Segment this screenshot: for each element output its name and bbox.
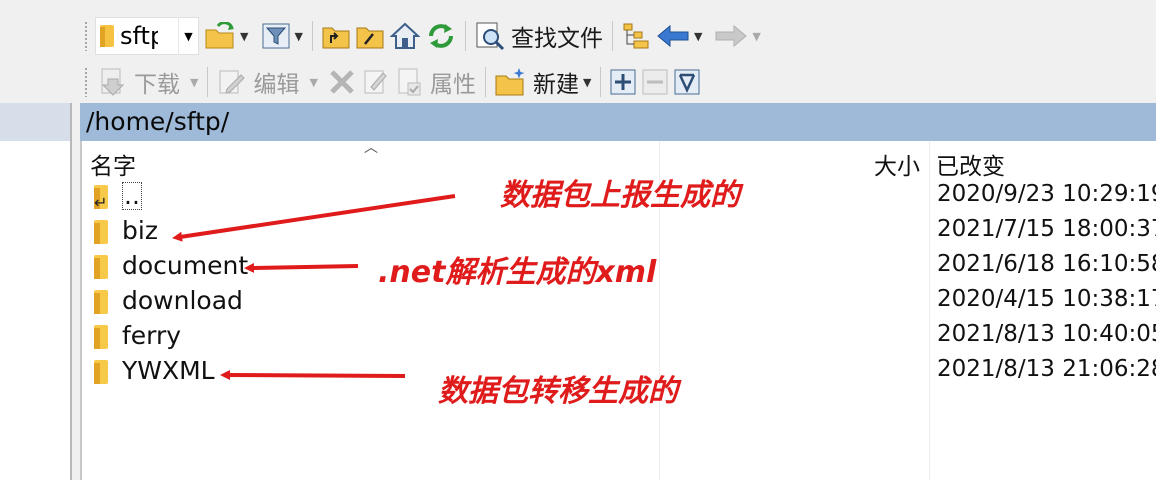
filter-button[interactable]: ▼ bbox=[259, 18, 305, 54]
toolbar-separator bbox=[207, 67, 209, 97]
file-name: document bbox=[122, 251, 249, 280]
unselect-files-button[interactable] bbox=[639, 64, 671, 100]
annotation-document: .net解析生成的xml bbox=[378, 255, 657, 290]
chevron-down-icon[interactable]: ▼ bbox=[583, 76, 591, 89]
new-button[interactable]: 新建 ▼ bbox=[492, 64, 594, 100]
current-path: /home/sftp/ bbox=[86, 107, 230, 136]
toolbar-separator bbox=[611, 21, 613, 51]
folder-icon bbox=[94, 290, 108, 314]
toolbar-area: sftp ▼ ▼ ▼ 查找文件 ▼ ▼ 下载 ▼ 编辑 ▼ 属性 新建 ▼ bbox=[80, 0, 1156, 103]
download-icon bbox=[101, 68, 125, 96]
chevron-down-icon[interactable]: ▼ bbox=[240, 30, 248, 43]
folder-icon bbox=[94, 220, 108, 244]
home-directory-button[interactable] bbox=[387, 18, 423, 54]
edit-label: 编辑 bbox=[253, 72, 300, 98]
find-files-label: 查找文件 bbox=[510, 26, 603, 52]
properties-button[interactable]: 属性 bbox=[393, 64, 479, 100]
file-name: ferry bbox=[122, 321, 182, 350]
download-label: 下载 bbox=[134, 72, 180, 98]
tree-view-button[interactable] bbox=[619, 18, 653, 54]
rename-icon bbox=[364, 70, 387, 94]
chevron-down-icon[interactable]: ▼ bbox=[309, 76, 317, 89]
root-folder-icon bbox=[356, 27, 384, 49]
new-label: 新建 bbox=[532, 72, 579, 98]
toolbar-separator bbox=[311, 21, 313, 51]
file-name: download bbox=[122, 286, 243, 315]
select-all-icon bbox=[674, 69, 700, 95]
table-row[interactable]: biz 2021/7/15 18:00:37 bbox=[82, 214, 1156, 249]
file-modified: 2021/6/18 16:10:58 bbox=[937, 251, 1156, 277]
file-modified: 2021/8/13 21:06:28 bbox=[937, 356, 1156, 382]
pane-splitter[interactable] bbox=[70, 103, 72, 480]
chevron-down-icon[interactable]: ▼ bbox=[294, 30, 302, 43]
rename-button[interactable] bbox=[359, 64, 393, 100]
pencil-icon bbox=[219, 70, 246, 94]
delete-icon bbox=[330, 70, 354, 94]
left-pane-file-list[interactable] bbox=[0, 141, 71, 480]
folder-icon bbox=[94, 255, 108, 279]
column-header-size[interactable]: 大小 bbox=[874, 147, 920, 181]
file-name: biz bbox=[122, 216, 158, 245]
toolbar-grip[interactable] bbox=[84, 21, 89, 51]
file-modified: 2020/9/23 10:29:19 bbox=[937, 181, 1156, 207]
properties-label: 属性 bbox=[429, 72, 476, 98]
properties-icon bbox=[398, 68, 421, 96]
drive-selector-value: sftp bbox=[120, 22, 158, 50]
annotation-biz: 数据包上报生成的 bbox=[500, 178, 740, 213]
plus-icon bbox=[610, 69, 636, 95]
file-name: .. bbox=[122, 181, 142, 210]
parent-arrow-icon: ↵ bbox=[94, 193, 108, 212]
annotation-ywxml: 数据包转移生成的 bbox=[438, 374, 678, 409]
toolbar-file-operations: 下载 ▼ 编辑 ▼ 属性 新建 ▼ bbox=[80, 58, 703, 106]
filter-icon bbox=[262, 23, 290, 49]
file-modified: 2021/8/13 10:40:05 bbox=[937, 321, 1156, 347]
toolbar-navigation: sftp ▼ ▼ ▼ 查找文件 ▼ ▼ bbox=[80, 12, 764, 60]
file-modified: 2020/4/15 10:38:17 bbox=[937, 286, 1156, 312]
path-bar[interactable]: /home/sftp/ bbox=[80, 103, 1156, 141]
left-pane-path-bar bbox=[0, 103, 71, 141]
minus-icon bbox=[642, 69, 668, 95]
parent-folder-icon bbox=[322, 27, 350, 49]
file-name: YWXML bbox=[122, 356, 215, 385]
parent-directory-button[interactable] bbox=[319, 18, 353, 54]
folder-icon bbox=[94, 360, 108, 384]
chevron-down-icon[interactable]: ▼ bbox=[190, 76, 198, 89]
sort-ascending-icon: ︿ bbox=[364, 140, 378, 156]
chevron-down-icon[interactable]: ▼ bbox=[178, 18, 198, 54]
home-icon bbox=[389, 22, 420, 49]
left-pane-toolbar-area bbox=[0, 0, 71, 103]
refresh-icon bbox=[428, 24, 453, 48]
arrow-left-icon bbox=[657, 24, 689, 48]
chevron-down-icon[interactable]: ▼ bbox=[694, 30, 702, 43]
table-row[interactable]: ferry 2021/8/13 10:40:05 bbox=[82, 319, 1156, 354]
arrow-right-icon bbox=[715, 24, 748, 48]
folder-icon bbox=[94, 325, 108, 349]
select-files-button[interactable] bbox=[607, 64, 639, 100]
toolbar-grip[interactable] bbox=[84, 67, 89, 97]
tree-icon bbox=[623, 23, 649, 49]
download-button[interactable]: 下载 ▼ bbox=[95, 64, 201, 100]
find-files-button[interactable]: 查找文件 bbox=[472, 18, 606, 54]
chevron-down-icon[interactable]: ▼ bbox=[752, 30, 760, 43]
refresh-button[interactable] bbox=[423, 18, 459, 54]
root-directory-button[interactable] bbox=[353, 18, 387, 54]
file-modified: 2021/7/15 18:00:37 bbox=[937, 216, 1156, 242]
toolbar-separator bbox=[464, 21, 466, 51]
toolbar-separator bbox=[484, 67, 486, 97]
select-all-button[interactable] bbox=[671, 64, 703, 100]
back-button[interactable]: ▼ bbox=[653, 18, 705, 54]
search-icon bbox=[476, 22, 504, 51]
column-header-name[interactable]: 名字 bbox=[90, 147, 136, 181]
folder-icon bbox=[100, 25, 114, 47]
drive-selector[interactable]: sftp ▼ bbox=[95, 17, 199, 55]
forward-button[interactable]: ▼ bbox=[711, 18, 763, 54]
new-folder-icon bbox=[495, 68, 525, 96]
delete-button[interactable] bbox=[325, 64, 359, 100]
column-header-modified[interactable]: 已改变 bbox=[936, 147, 1005, 181]
open-folder-icon bbox=[205, 22, 234, 49]
toolbar-separator bbox=[600, 67, 602, 97]
open-directory-button[interactable]: ▼ bbox=[201, 18, 251, 54]
edit-button[interactable]: 编辑 ▼ bbox=[214, 64, 320, 100]
left-pane bbox=[0, 0, 80, 480]
